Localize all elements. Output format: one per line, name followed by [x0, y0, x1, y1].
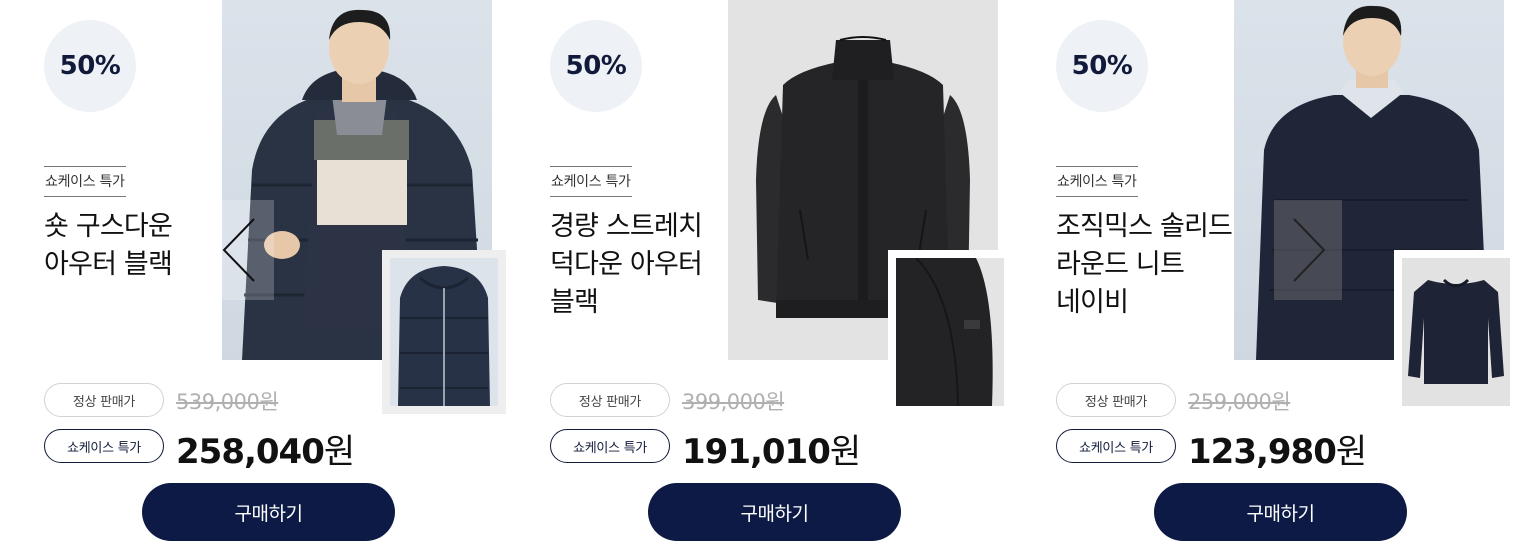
product-title[interactable]: 조직믹스 솔리드 라운드 니트 네이비 — [1056, 208, 1256, 322]
buy-button[interactable]: 구매하기 — [1154, 483, 1407, 541]
showcase-tag: 쇼케이스 특가 — [1056, 166, 1138, 197]
sale-price-unit: 원 — [323, 432, 355, 472]
sale-price-number: 191,010 — [682, 432, 831, 472]
buy-button[interactable]: 구매하기 — [648, 483, 901, 541]
product-title-line: 덕다운 아우터 — [550, 249, 703, 280]
discount-badge: 50% — [550, 20, 642, 112]
product-title[interactable]: 경량 스트레치 덕다운 아우터 블랙 — [550, 208, 750, 322]
chevron-right-icon — [1293, 218, 1326, 282]
sale-price-unit: 원 — [1335, 432, 1367, 472]
showcase-tag: 쇼케이스 특가 — [44, 166, 126, 197]
normal-price-label: 정상 판매가 — [44, 383, 164, 417]
puffer-detail-illustration — [390, 258, 498, 406]
carousel-prev-button[interactable] — [206, 200, 274, 300]
product-card: 50% — [506, 0, 1012, 553]
product-title-line: 라운드 니트 — [1056, 249, 1185, 280]
buy-button[interactable]: 구매하기 — [142, 483, 395, 541]
sale-price-number: 258,040 — [176, 432, 325, 472]
original-price: 399,000원 — [682, 390, 785, 414]
discount-badge: 50% — [1056, 20, 1148, 112]
product-title-line: 네이비 — [1056, 287, 1129, 318]
product-thumbnail[interactable] — [1394, 250, 1514, 414]
product-carousel: 50% 쇼케이스 특가 숏 구스다운 아우터 블랙 정상 판매가 539,000… — [0, 0, 1514, 553]
showcase-price-label: 쇼케이스 특가 — [550, 429, 670, 463]
product-title-line: 경량 스트레치 — [550, 211, 703, 242]
original-price: 259,000원 — [1188, 390, 1291, 414]
sale-price: 123,980원 — [1188, 424, 1367, 473]
discount-badge: 50% — [44, 20, 136, 112]
sleeve-detail-illustration — [896, 258, 1004, 406]
showcase-price-label: 쇼케이스 특가 — [1056, 429, 1176, 463]
product-title-line: 블랙 — [550, 287, 599, 318]
sale-price: 191,010원 — [682, 424, 861, 473]
product-thumbnail[interactable] — [888, 250, 1012, 414]
showcase-tag: 쇼케이스 특가 — [550, 166, 632, 197]
sale-price-number: 123,980 — [1188, 432, 1337, 472]
original-price: 539,000원 — [176, 390, 279, 414]
showcase-price-label: 쇼케이스 특가 — [44, 429, 164, 463]
carousel-next-button[interactable] — [1274, 200, 1342, 300]
product-title-line: 조직믹스 솔리드 — [1056, 211, 1233, 242]
normal-price-label: 정상 판매가 — [550, 383, 670, 417]
product-thumbnail[interactable] — [382, 250, 506, 414]
knit-flat-illustration — [1402, 258, 1510, 406]
normal-price-label: 정상 판매가 — [1056, 383, 1176, 417]
sale-price-unit: 원 — [829, 432, 861, 472]
product-card: 50% — [1012, 0, 1514, 553]
chevron-left-icon — [222, 218, 255, 282]
sale-price: 258,040원 — [176, 424, 355, 473]
